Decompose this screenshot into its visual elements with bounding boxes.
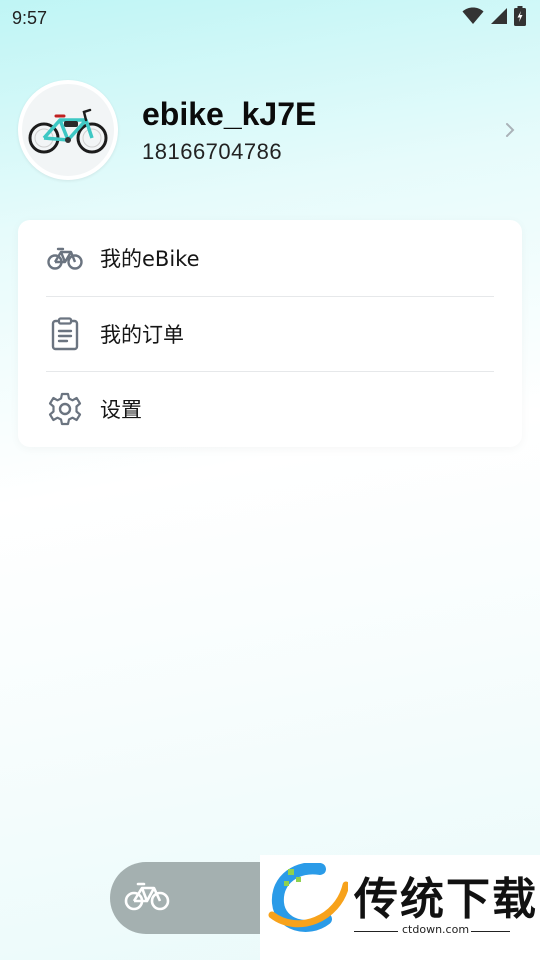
status-time: 9:57 xyxy=(12,7,48,28)
bike-avatar-image xyxy=(28,108,108,154)
profile-header[interactable]: ebike_kJ7E 18166704786 xyxy=(18,80,522,180)
status-icons xyxy=(462,6,526,30)
watermark-logo-icon xyxy=(268,862,350,939)
wifi-icon xyxy=(462,7,484,29)
username: ebike_kJ7E xyxy=(142,96,317,132)
menu-item-label: 设置 xyxy=(100,398,142,422)
chevron-right-icon[interactable] xyxy=(500,118,520,142)
status-bar: 9:57 xyxy=(0,0,540,36)
cell-signal-icon xyxy=(490,7,508,29)
menu-item-my-orders[interactable]: 我的订单 xyxy=(46,296,494,372)
menu-item-my-ebike[interactable]: 我的eBike xyxy=(46,220,494,296)
clipboard-icon xyxy=(46,315,84,353)
menu-item-label: 我的订单 xyxy=(100,323,184,347)
profile-text: ebike_kJ7E 18166704786 xyxy=(142,95,500,165)
menu-card: 我的eBike 我的订单 设置 xyxy=(18,220,522,447)
menu-item-settings[interactable]: 设置 xyxy=(46,371,494,447)
watermark-text: 传统下载 xyxy=(354,874,538,925)
watermark: 传统下载 ctdown.com xyxy=(260,855,540,960)
bottom-tab-ebike[interactable] xyxy=(110,862,270,934)
watermark-rule xyxy=(466,931,510,932)
bike-icon xyxy=(124,881,170,915)
watermark-url: ctdown.com xyxy=(400,923,472,936)
watermark-rule xyxy=(354,931,398,932)
phone-number: 18166704786 xyxy=(142,139,283,164)
bike-icon xyxy=(46,239,84,277)
menu-item-label: 我的eBike xyxy=(100,247,200,271)
gear-icon xyxy=(46,390,84,428)
avatar[interactable] xyxy=(18,80,118,180)
battery-charging-icon xyxy=(514,6,526,30)
